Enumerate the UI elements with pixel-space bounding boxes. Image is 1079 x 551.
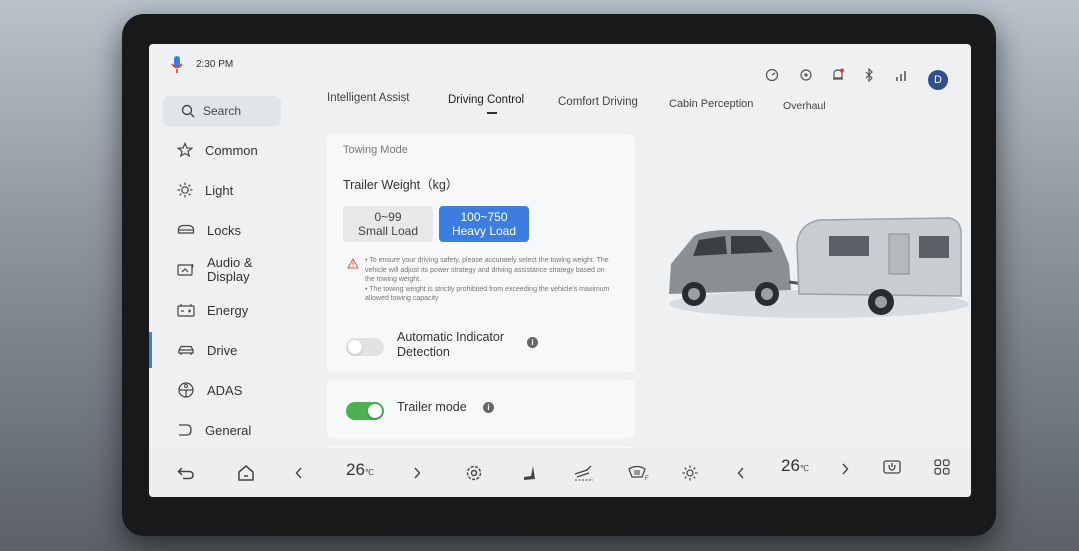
grid-icon: [934, 458, 950, 475]
right-temperature: 26℃: [781, 456, 809, 476]
tab-intelligent-assist[interactable]: Intelligent Assist: [327, 92, 409, 104]
option-name: Heavy Load: [451, 224, 517, 238]
tab-comfort-driving[interactable]: Comfort Driving: [558, 96, 638, 108]
front-defrost-icon: F: [628, 465, 649, 481]
sidebar-item-drive[interactable]: Drive: [149, 332, 302, 368]
info-icon[interactable]: i: [483, 402, 494, 413]
right-temperature-value: 26: [781, 456, 800, 475]
option-name: Small Load: [357, 224, 419, 238]
battery-icon: [177, 304, 195, 317]
airflow-button[interactable]: [569, 448, 599, 497]
sidebar-item-label: Locks: [207, 222, 241, 238]
sidebar-item-general[interactable]: General: [149, 412, 299, 448]
tab-cabin-perception[interactable]: Cabin Perception: [669, 98, 753, 110]
gauge-icon[interactable]: [765, 68, 779, 87]
small-load-option[interactable]: 0~99 Small Load: [343, 206, 433, 242]
info-icon[interactable]: i: [527, 337, 538, 348]
chevron-right-icon: [842, 463, 849, 474]
sidebar-item-label: Light: [205, 182, 234, 198]
fan-settings-button[interactable]: [461, 448, 487, 497]
brightness-button[interactable]: [677, 448, 703, 497]
sidebar-item-light[interactable]: Light: [149, 172, 299, 208]
car-icon: [178, 345, 194, 355]
climate-bar: 26℃ F 26℃: [149, 448, 971, 497]
notification-bell-icon[interactable]: [831, 68, 845, 87]
steering-wheel-icon: [178, 382, 194, 398]
sidebar-item-label: ADAS: [207, 382, 243, 398]
towing-mode-card: Towing Mode Trailer Weight（kg） 0~99 Smal…: [327, 134, 635, 372]
seat-heating-button[interactable]: [517, 448, 543, 497]
search-label: Search: [203, 104, 242, 118]
trailer-mode-card: Trailer mode i: [327, 380, 635, 438]
temperature-unit: ℃: [799, 464, 809, 473]
microphone-icon[interactable]: [170, 55, 184, 80]
chevron-left-icon: [737, 467, 744, 478]
sidebar-item-adas[interactable]: ADAS: [149, 372, 299, 408]
tab-driving-control[interactable]: Driving Control: [448, 94, 524, 106]
power-button[interactable]: [879, 442, 905, 491]
left-temp-down-button[interactable]: [289, 448, 309, 497]
home-button[interactable]: [231, 448, 261, 497]
automatic-indicator-label: Automatic Indicator Detection: [397, 330, 504, 359]
automatic-indicator-toggle[interactable]: [346, 338, 384, 356]
star-icon: [177, 142, 193, 158]
trailer-mode-toggle[interactable]: [346, 402, 384, 420]
heavy-load-option[interactable]: 100~750 Heavy Load: [439, 206, 529, 242]
apps-button[interactable]: [929, 442, 955, 491]
sidebar-item-common[interactable]: Common: [149, 132, 299, 168]
warning-icon: [347, 256, 359, 274]
sidebar-item-label: Drive: [207, 342, 238, 358]
left-temperature-value: 26: [346, 460, 365, 479]
bluetooth-icon[interactable]: [863, 67, 875, 87]
option-range: 100~750: [460, 210, 508, 224]
car-towing-caravan-illustration: [649, 184, 969, 339]
lock-icon: [177, 224, 195, 234]
search-box[interactable]: Search: [163, 96, 281, 126]
right-temp-up-button[interactable]: [835, 444, 855, 493]
temperature-unit: ℃: [364, 468, 374, 477]
active-tab-indicator: [487, 112, 497, 114]
sidebar-item-locks[interactable]: Locks: [149, 212, 299, 248]
sidebar-item-label: Audio & Display: [207, 255, 253, 284]
settings-sidebar: Search Common Light Locks Audio & Displa…: [149, 88, 309, 448]
sidebar-item-energy[interactable]: Energy: [149, 292, 299, 328]
clock: 2:30 PM: [196, 59, 234, 70]
trailer-mode-label: Trailer mode: [397, 400, 467, 414]
airflow-icon: [574, 465, 593, 480]
back-button[interactable]: [171, 448, 201, 497]
signal-icon: [893, 68, 909, 87]
left-temperature: 26℃: [346, 460, 374, 480]
user-avatar[interactable]: D: [928, 70, 948, 90]
trailer-weight-label: Trailer Weight（kg）: [343, 178, 459, 192]
search-icon: [181, 104, 195, 118]
svg-text:F: F: [645, 476, 649, 481]
right-temp-down-button[interactable]: [731, 448, 751, 497]
home-icon: [238, 464, 254, 481]
sidebar-item-label: Energy: [207, 302, 249, 318]
section-label-towing-mode: Towing Mode: [343, 144, 408, 156]
tab-overhaul[interactable]: Overhaul: [783, 100, 826, 112]
seat-icon: [524, 465, 535, 480]
general-icon: [179, 424, 192, 436]
chevron-left-icon: [295, 467, 302, 478]
status-bar: 2:30 PM D: [149, 44, 971, 90]
location-icon[interactable]: [799, 68, 813, 87]
sidebar-item-label: Common: [205, 142, 258, 158]
back-icon: [177, 466, 194, 479]
towing-warning-text: • To ensure your driving safety, please …: [365, 257, 610, 302]
infotainment-screen: 2:30 PM D Search Common Light Locks Audi…: [149, 44, 971, 497]
fan-gear-icon: [466, 465, 482, 480]
front-defrost-button[interactable]: F: [623, 448, 653, 497]
sidebar-item-audio-display[interactable]: Audio & Display: [149, 252, 299, 288]
sun-icon: [177, 182, 193, 198]
option-range: 0~99: [374, 210, 402, 224]
power-icon: [883, 459, 901, 474]
audio-display-icon: [177, 263, 194, 276]
chevron-right-icon: [414, 467, 421, 478]
left-temp-up-button[interactable]: [407, 448, 427, 497]
sidebar-item-label: General: [205, 422, 252, 438]
sun-icon: [682, 465, 698, 480]
